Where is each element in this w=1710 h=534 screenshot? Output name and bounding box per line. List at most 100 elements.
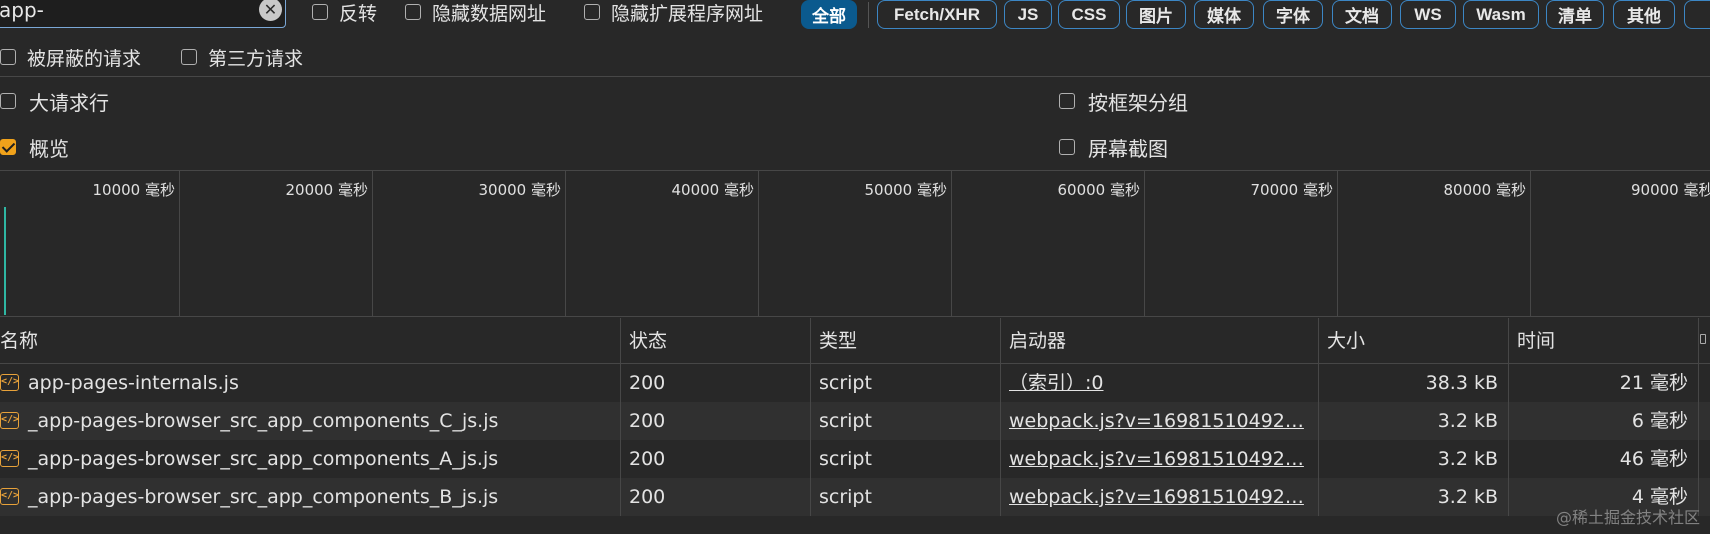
- status-cell: 200: [621, 402, 811, 440]
- type-cell: script: [811, 402, 1001, 440]
- table-row[interactable]: </> _app-pages-browser_src_app_component…: [0, 402, 1710, 440]
- filter-doc-button[interactable]: 文档: [1332, 0, 1392, 29]
- request-name: _app-pages-browser_src_app_components_B_…: [28, 486, 499, 508]
- overview-checkbox[interactable]: [0, 139, 16, 155]
- filter-other-button[interactable]: 其他: [1613, 0, 1675, 29]
- timeline-tick-label: 20000 毫秒: [285, 181, 369, 199]
- filter-fetch-xhr-button[interactable]: Fetch/XHR: [877, 0, 997, 29]
- timeline-segment: 40000 毫秒: [566, 171, 759, 316]
- table-header: 名称 状态 类型 启动器 大小 时间: [0, 318, 1710, 364]
- timeline-tick-label: 30000 毫秒: [478, 181, 562, 199]
- type-cell: script: [811, 364, 1001, 402]
- large-rows-checkbox[interactable]: [0, 93, 16, 109]
- blocked-requests-option[interactable]: 被屏蔽的请求: [0, 45, 141, 70]
- hide-data-urls-option[interactable]: 隐藏数据网址: [405, 0, 547, 25]
- request-name-cell: </> _app-pages-browser_src_app_component…: [0, 478, 621, 516]
- timeline-segment: 30000 毫秒: [373, 171, 566, 316]
- hide-extension-urls-label: 隐藏扩展程序网址: [611, 2, 764, 25]
- initiator-cell: webpack.js?v=16981510492…: [1001, 440, 1319, 478]
- column-header-type[interactable]: 类型: [811, 318, 1001, 364]
- filter-overflow-edge: [1684, 0, 1710, 29]
- screenshots-option[interactable]: 屏幕截图: [1059, 134, 1168, 161]
- request-name-cell: </> app-pages-internals.js: [0, 364, 621, 402]
- screenshots-checkbox[interactable]: [1059, 139, 1075, 155]
- filter-css-button[interactable]: CSS: [1058, 0, 1120, 29]
- invert-checkbox[interactable]: [312, 4, 328, 20]
- table-row[interactable]: </> _app-pages-browser_src_app_component…: [0, 478, 1710, 516]
- filter-wasm-button[interactable]: Wasm: [1463, 0, 1539, 29]
- timeline-segment: 90000 毫秒: [1531, 171, 1710, 316]
- filter-toolbar-row2: 被屏蔽的请求 第三方请求: [0, 40, 1710, 76]
- group-by-frame-label: 按框架分组: [1088, 90, 1188, 115]
- invert-checkbox-option[interactable]: 反转: [312, 0, 377, 25]
- hide-extension-urls-option[interactable]: 隐藏扩展程序网址: [584, 0, 764, 25]
- filter-all-button[interactable]: 全部: [801, 0, 857, 29]
- size-cell: 3.2 kB: [1319, 440, 1509, 478]
- request-name-cell: </> _app-pages-browser_src_app_component…: [0, 402, 621, 440]
- time-cell: 6 毫秒: [1509, 402, 1699, 440]
- timeline-segment: 50000 毫秒: [759, 171, 952, 316]
- request-name: _app-pages-browser_src_app_components_C_…: [28, 410, 499, 432]
- request-name-cell: </> _app-pages-browser_src_app_component…: [0, 440, 621, 478]
- filter-media-button[interactable]: 媒体: [1194, 0, 1254, 29]
- large-rows-option[interactable]: 大请求行: [0, 88, 109, 115]
- filter-divider: [868, 2, 869, 28]
- timeline-tick-label: 40000 毫秒: [671, 181, 755, 199]
- hide-data-urls-checkbox[interactable]: [405, 4, 421, 20]
- timeline-tick-label: 50000 毫秒: [864, 181, 948, 199]
- hide-data-urls-label: 隐藏数据网址: [432, 2, 547, 25]
- initiator-link[interactable]: webpack.js?v=16981510492…: [1009, 448, 1304, 470]
- filter-images-button[interactable]: 图片: [1126, 0, 1186, 29]
- initiator-link[interactable]: （索引）:0: [1009, 372, 1104, 394]
- overview-divider: [0, 316, 1710, 317]
- time-cell: 46 毫秒: [1509, 440, 1699, 478]
- script-file-icon: </>: [0, 450, 19, 467]
- hide-extension-urls-checkbox[interactable]: [584, 4, 600, 20]
- table-row[interactable]: </> app-pages-internals.js 200 script （索…: [0, 364, 1710, 402]
- timeline-segment: 10000 毫秒: [0, 171, 180, 316]
- initiator-link[interactable]: webpack.js?v=16981510492…: [1009, 410, 1304, 432]
- filter-field[interactable]: ✕: [0, 0, 286, 28]
- timeline-tick-label: 90000 毫秒: [1631, 181, 1710, 199]
- filter-font-button[interactable]: 字体: [1263, 0, 1323, 29]
- blocked-requests-checkbox[interactable]: [0, 49, 16, 65]
- overview-timeline[interactable]: 10000 毫秒 20000 毫秒 30000 毫秒 40000 毫秒 5000…: [0, 171, 1710, 316]
- script-file-icon: </>: [0, 412, 19, 429]
- size-cell: 3.2 kB: [1319, 402, 1509, 440]
- initiator-cell: webpack.js?v=16981510492…: [1001, 478, 1319, 516]
- filter-js-button[interactable]: JS: [1004, 0, 1052, 29]
- waterfall-column-icon: [1700, 334, 1706, 344]
- request-name: _app-pages-browser_src_app_components_A_…: [28, 448, 499, 470]
- filter-ws-button[interactable]: WS: [1400, 0, 1456, 29]
- status-cell: 200: [621, 478, 811, 516]
- size-cell: 38.3 kB: [1319, 364, 1509, 402]
- status-cell: 200: [621, 440, 811, 478]
- status-cell: 200: [621, 364, 811, 402]
- screenshots-label: 屏幕截图: [1088, 136, 1168, 161]
- column-header-initiator[interactable]: 启动器: [1001, 318, 1319, 364]
- initiator-link[interactable]: webpack.js?v=16981510492…: [1009, 486, 1304, 508]
- filter-toolbar: ✕ 反转 隐藏数据网址 隐藏扩展程序网址 全部 Fetch/XHR JS CSS…: [0, 0, 1710, 36]
- filter-input[interactable]: [0, 0, 247, 23]
- overview-label: 概览: [29, 136, 69, 161]
- column-header-size[interactable]: 大小: [1319, 318, 1509, 364]
- toolbar-divider: [0, 76, 1710, 77]
- third-party-checkbox[interactable]: [181, 49, 197, 65]
- request-name: app-pages-internals.js: [28, 372, 239, 394]
- watermark: @稀土掘金技术社区: [1555, 508, 1700, 527]
- third-party-label: 第三方请求: [208, 47, 304, 70]
- group-by-frame-option[interactable]: 按框架分组: [1059, 88, 1188, 115]
- column-header-time[interactable]: 时间: [1509, 318, 1699, 364]
- column-header-status[interactable]: 状态: [621, 318, 811, 364]
- timeline-tick-label: 60000 毫秒: [1057, 181, 1141, 199]
- overview-option[interactable]: 概览: [0, 134, 69, 161]
- clear-circle-icon[interactable]: ✕: [259, 0, 282, 21]
- group-by-frame-checkbox[interactable]: [1059, 93, 1075, 109]
- table-row[interactable]: </> _app-pages-browser_src_app_component…: [0, 440, 1710, 478]
- column-header-name[interactable]: 名称: [0, 318, 621, 364]
- third-party-option[interactable]: 第三方请求: [181, 45, 304, 70]
- initiator-cell: webpack.js?v=16981510492…: [1001, 402, 1319, 440]
- timeline-tick-label: 70000 毫秒: [1250, 181, 1334, 199]
- filter-manifest-button[interactable]: 清单: [1546, 0, 1604, 29]
- script-file-icon: </>: [0, 374, 19, 391]
